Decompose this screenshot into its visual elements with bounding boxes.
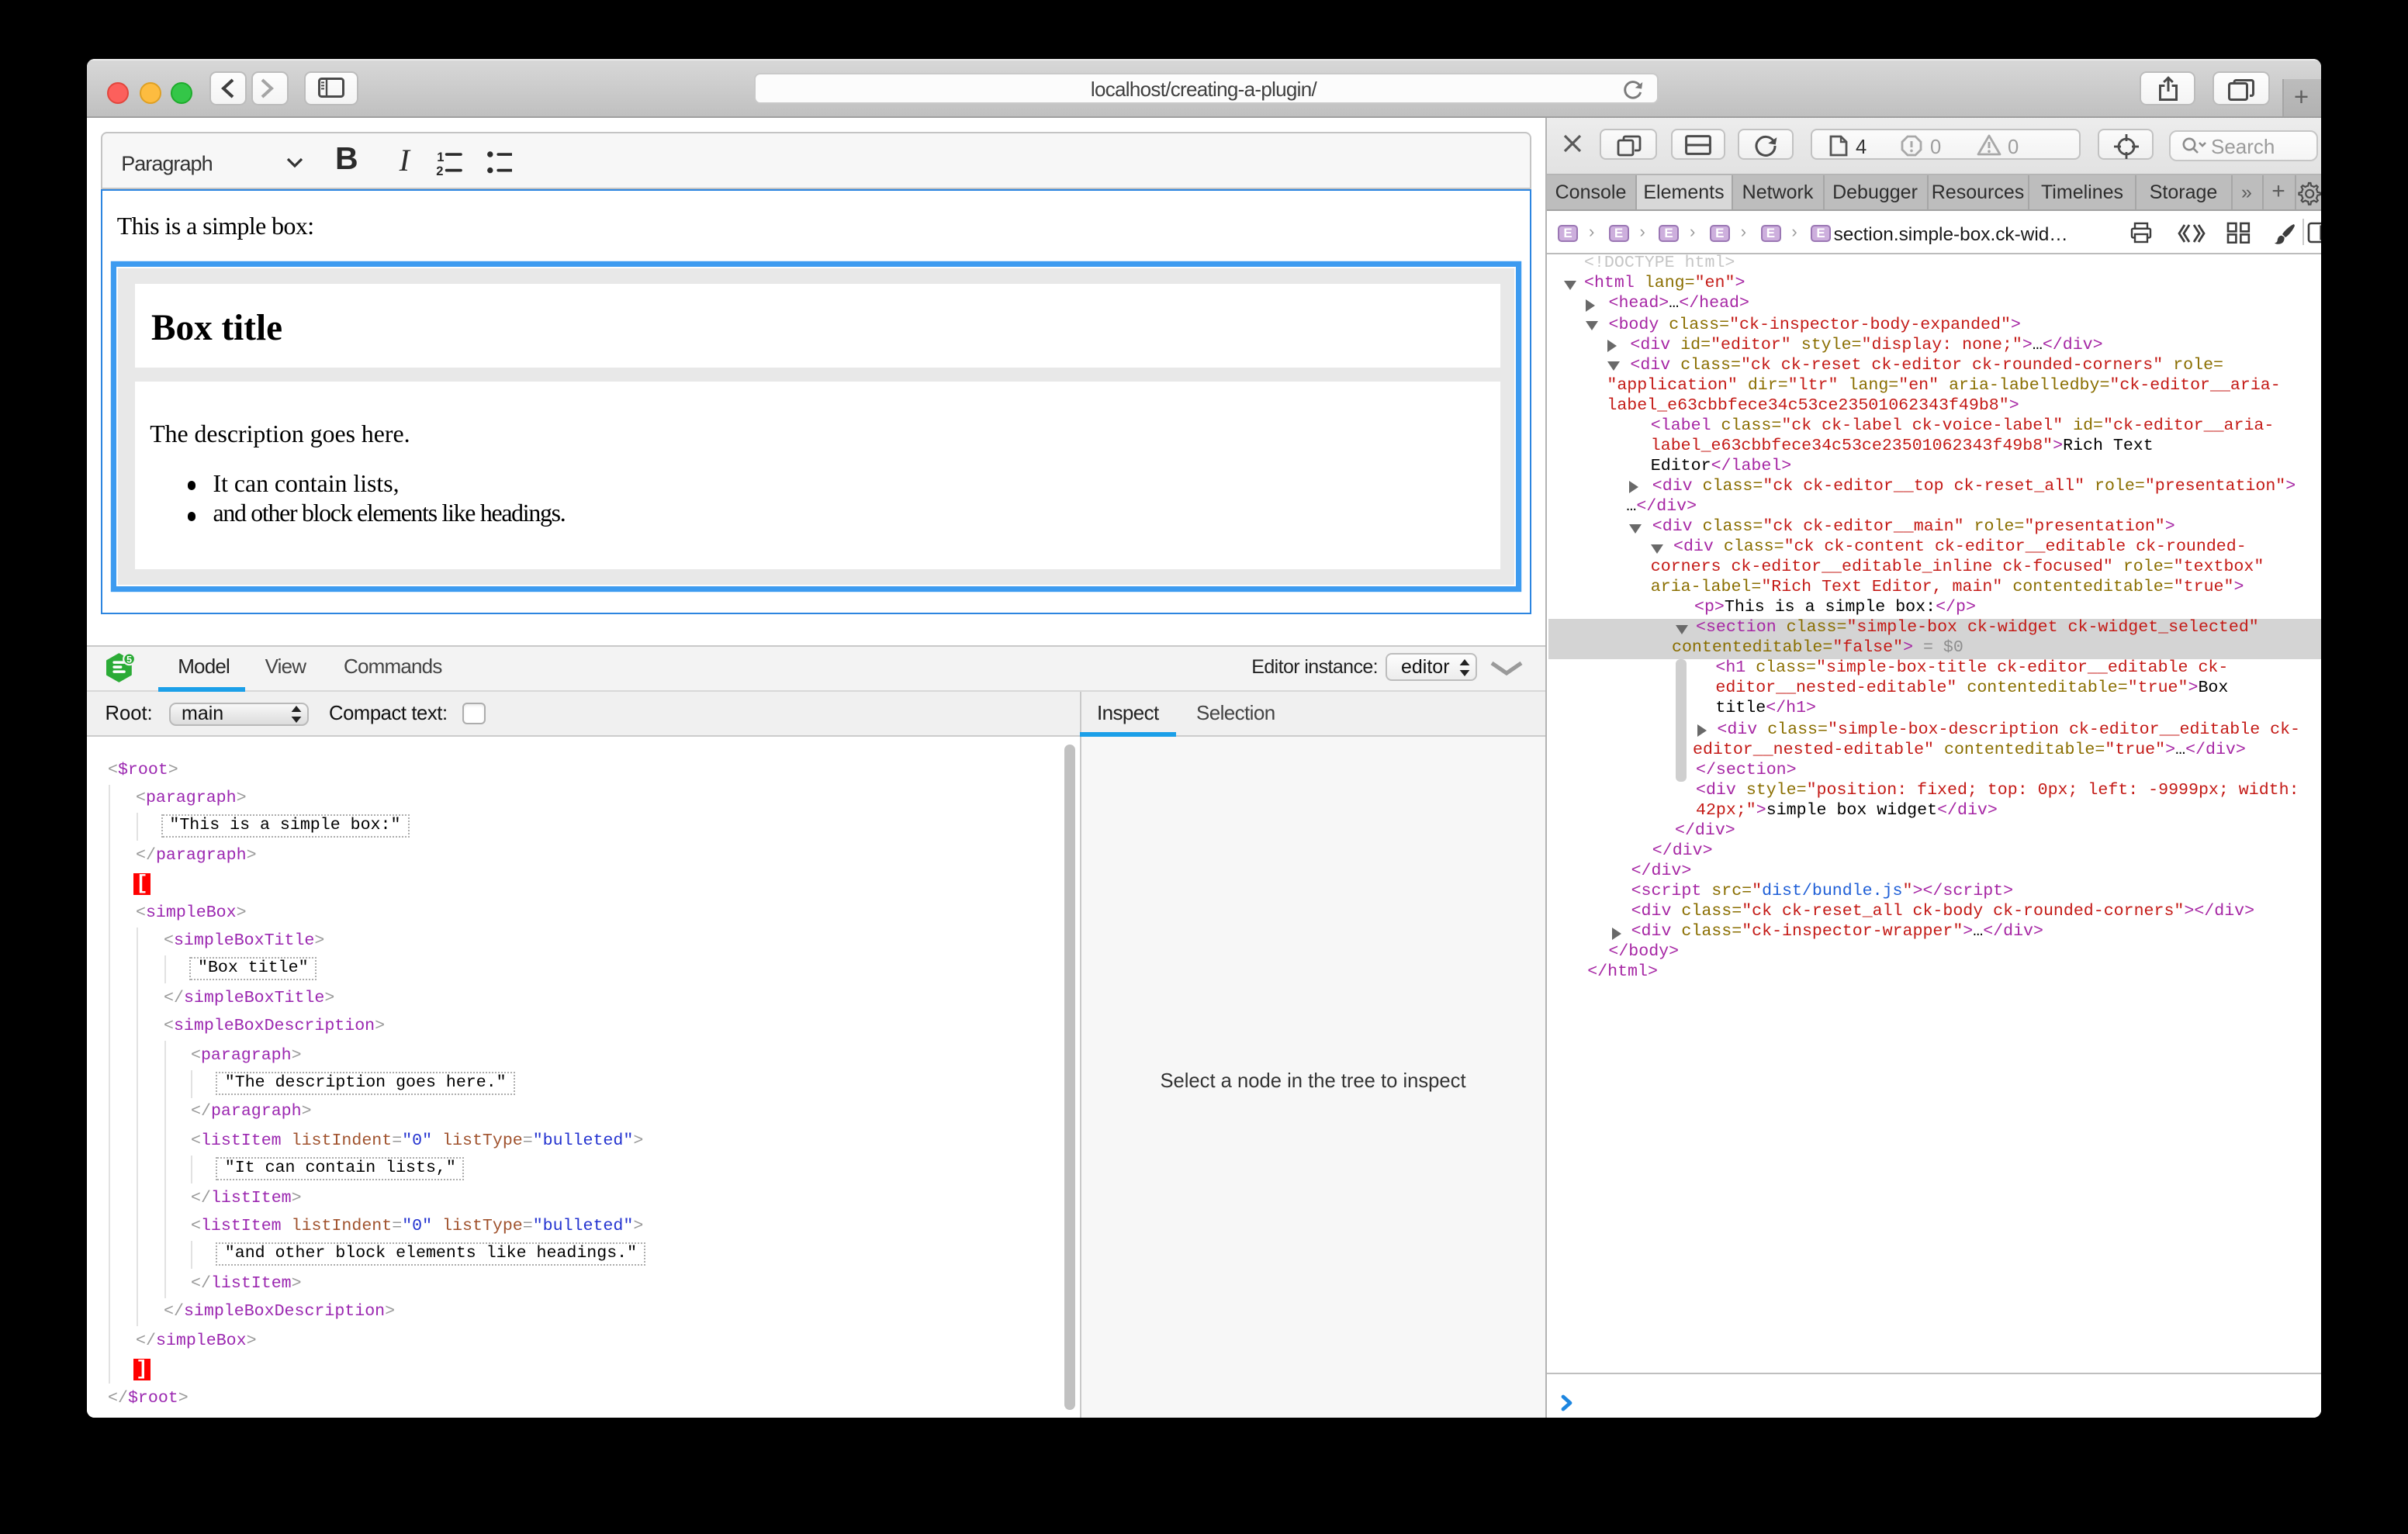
svg-text:1: 1 (437, 149, 444, 164)
svg-text:5: 5 (127, 654, 133, 665)
svg-text:2: 2 (436, 163, 443, 174)
